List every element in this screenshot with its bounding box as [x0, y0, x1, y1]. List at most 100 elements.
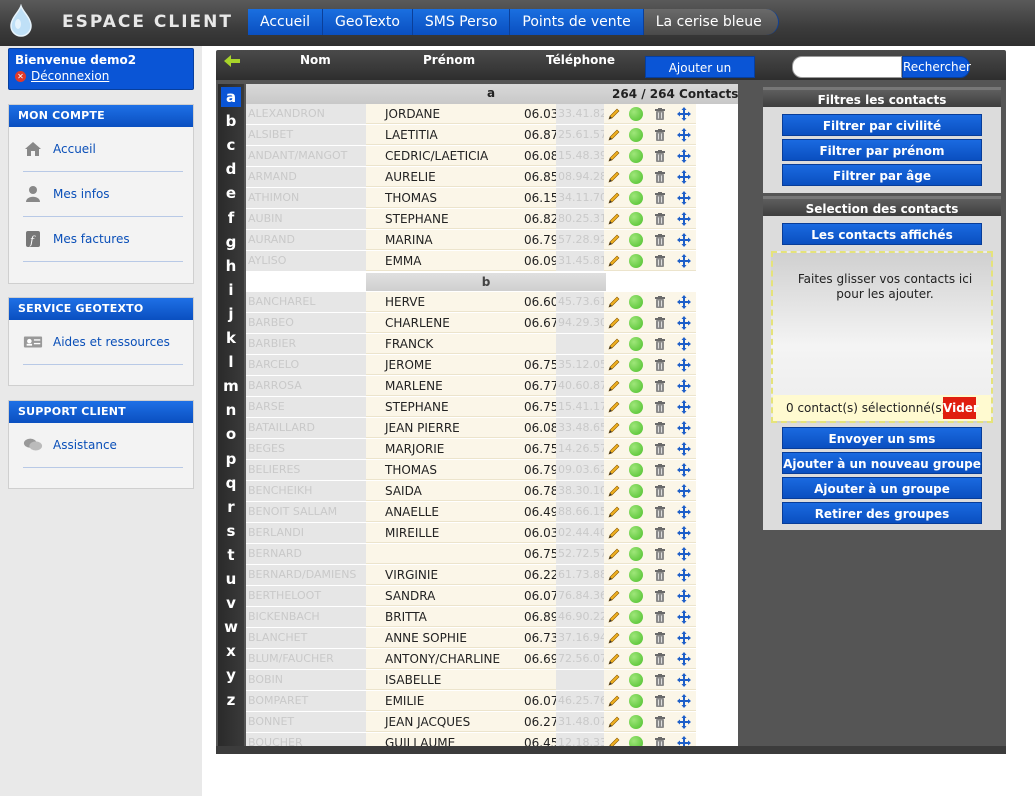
remove-from-groups-button[interactable]: Retirer des groupes [782, 502, 982, 524]
move-arrows-icon[interactable] [677, 568, 691, 582]
table-row[interactable]: BARCELO JEROME 06.75. 35.12.05 [246, 355, 738, 376]
trash-icon[interactable] [653, 505, 667, 519]
edit-pencil-icon[interactable] [607, 715, 621, 729]
search-input[interactable] [792, 56, 902, 78]
status-dot-icon[interactable] [629, 589, 643, 603]
table-row[interactable]: BATAILLARD JEAN PIERRE 06.08. 33.48.65 [246, 418, 738, 439]
trash-icon[interactable] [653, 379, 667, 393]
trash-icon[interactable] [653, 547, 667, 561]
table-row[interactable]: BARSE STEPHANE 06.75. 15.41.17 [246, 397, 738, 418]
status-dot-icon[interactable] [629, 149, 643, 163]
edit-pencil-icon[interactable] [607, 191, 621, 205]
table-row[interactable]: ALEXANDRON JORDANE 06.03. 33.41.82 [246, 104, 738, 125]
letter-d[interactable]: d [221, 159, 241, 179]
trash-icon[interactable] [653, 652, 667, 666]
move-arrows-icon[interactable] [677, 149, 691, 163]
move-arrows-icon[interactable] [677, 379, 691, 393]
move-arrows-icon[interactable] [677, 400, 691, 414]
edit-pencil-icon[interactable] [607, 526, 621, 540]
trash-icon[interactable] [653, 610, 667, 624]
move-arrows-icon[interactable] [677, 673, 691, 687]
status-dot-icon[interactable] [629, 505, 643, 519]
trash-icon[interactable] [653, 149, 667, 163]
trash-icon[interactable] [653, 694, 667, 708]
trash-icon[interactable] [653, 631, 667, 645]
letter-x[interactable]: x [221, 641, 241, 661]
table-row[interactable]: BONNET JEAN JACQUES 06.27. 31.48.07 [246, 712, 738, 733]
trash-icon[interactable] [653, 526, 667, 540]
edit-pencil-icon[interactable] [607, 337, 621, 351]
letter-o[interactable]: o [221, 424, 241, 444]
status-dot-icon[interactable] [629, 128, 643, 142]
show-displayed-contacts-button[interactable]: Les contacts affichés [782, 223, 982, 245]
letter-h[interactable]: h [221, 256, 241, 276]
status-dot-icon[interactable] [629, 379, 643, 393]
col-header-prenom[interactable]: Prénom [423, 53, 475, 67]
edit-pencil-icon[interactable] [607, 421, 621, 435]
letter-y[interactable]: y [221, 665, 241, 685]
letter-s[interactable]: s [221, 521, 241, 541]
trash-icon[interactable] [653, 128, 667, 142]
status-dot-icon[interactable] [629, 715, 643, 729]
trash-icon[interactable] [653, 170, 667, 184]
trash-icon[interactable] [653, 107, 667, 121]
status-dot-icon[interactable] [629, 652, 643, 666]
trash-icon[interactable] [653, 673, 667, 687]
nav-sms-perso[interactable]: SMS Perso [412, 9, 511, 35]
move-arrows-icon[interactable] [677, 694, 691, 708]
trash-icon[interactable] [653, 484, 667, 498]
move-arrows-icon[interactable] [677, 107, 691, 121]
move-arrows-icon[interactable] [677, 526, 691, 540]
col-header-telephone[interactable]: Téléphone [546, 53, 615, 67]
table-row[interactable]: BARBEO CHARLENE 06.67. 94.29.30 [246, 313, 738, 334]
letter-m[interactable]: m [221, 376, 241, 396]
status-dot-icon[interactable] [629, 631, 643, 645]
table-row[interactable]: ANDANT/MANGOT CEDRIC/LAETICIA 06.08. 15.48.… [246, 146, 738, 167]
table-row[interactable]: BLUM/FAUCHER ANTONY/CHARLINE 06.69. 72.56.0… [246, 649, 738, 670]
move-arrows-icon[interactable] [677, 421, 691, 435]
table-row[interactable]: AYLISO EMMA 06.09. 31.45.81 [246, 251, 738, 272]
move-arrows-icon[interactable] [677, 442, 691, 456]
letter-n[interactable]: n [221, 400, 241, 420]
move-arrows-icon[interactable] [677, 610, 691, 624]
letter-b[interactable]: b [221, 111, 241, 131]
table-row[interactable]: BERTHELOOT SANDRA 06.07. 76.84.36 [246, 586, 738, 607]
add-to-group-button[interactable]: Ajouter à un groupe [782, 477, 982, 499]
move-arrows-icon[interactable] [677, 358, 691, 372]
edit-pencil-icon[interactable] [607, 589, 621, 603]
trash-icon[interactable] [653, 400, 667, 414]
trash-icon[interactable] [653, 715, 667, 729]
letter-t[interactable]: t [221, 545, 241, 565]
search-button[interactable]: Rechercher [902, 56, 971, 78]
trash-icon[interactable] [653, 463, 667, 477]
edit-pencil-icon[interactable] [607, 233, 621, 247]
edit-pencil-icon[interactable] [607, 673, 621, 687]
filter-age-button[interactable]: Filtrer par âge [782, 164, 982, 186]
status-dot-icon[interactable] [629, 610, 643, 624]
nav-points-de-vente[interactable]: Points de vente [510, 9, 644, 35]
edit-pencil-icon[interactable] [607, 652, 621, 666]
table-row[interactable]: BERNARD 06.75. 52.72.57 [246, 544, 738, 565]
letter-z[interactable]: z [221, 690, 241, 710]
status-dot-icon[interactable] [629, 547, 643, 561]
letter-e[interactable]: e [221, 183, 241, 203]
status-dot-icon[interactable] [629, 212, 643, 226]
filter-civilite-button[interactable]: Filtrer par civilité [782, 114, 982, 136]
edit-pencil-icon[interactable] [607, 107, 621, 121]
status-dot-icon[interactable] [629, 358, 643, 372]
status-dot-icon[interactable] [629, 694, 643, 708]
edit-pencil-icon[interactable] [607, 254, 621, 268]
table-row[interactable]: BOMPARET EMILIE 06.07. 46.25.76 [246, 691, 738, 712]
nav-accueil[interactable]: Accueil [248, 9, 323, 35]
sidebar-item-mes-infos[interactable]: Mes infos [23, 172, 183, 217]
table-row[interactable]: BARBIER FRANCK [246, 334, 738, 355]
status-dot-icon[interactable] [629, 526, 643, 540]
logout-label[interactable]: Déconnexion [31, 69, 109, 83]
move-arrows-icon[interactable] [677, 547, 691, 561]
letter-f[interactable]: f [221, 208, 241, 228]
edit-pencil-icon[interactable] [607, 212, 621, 226]
trash-icon[interactable] [653, 191, 667, 205]
status-dot-icon[interactable] [629, 400, 643, 414]
send-sms-button[interactable]: Envoyer un sms [782, 427, 982, 449]
edit-pencil-icon[interactable] [607, 610, 621, 624]
